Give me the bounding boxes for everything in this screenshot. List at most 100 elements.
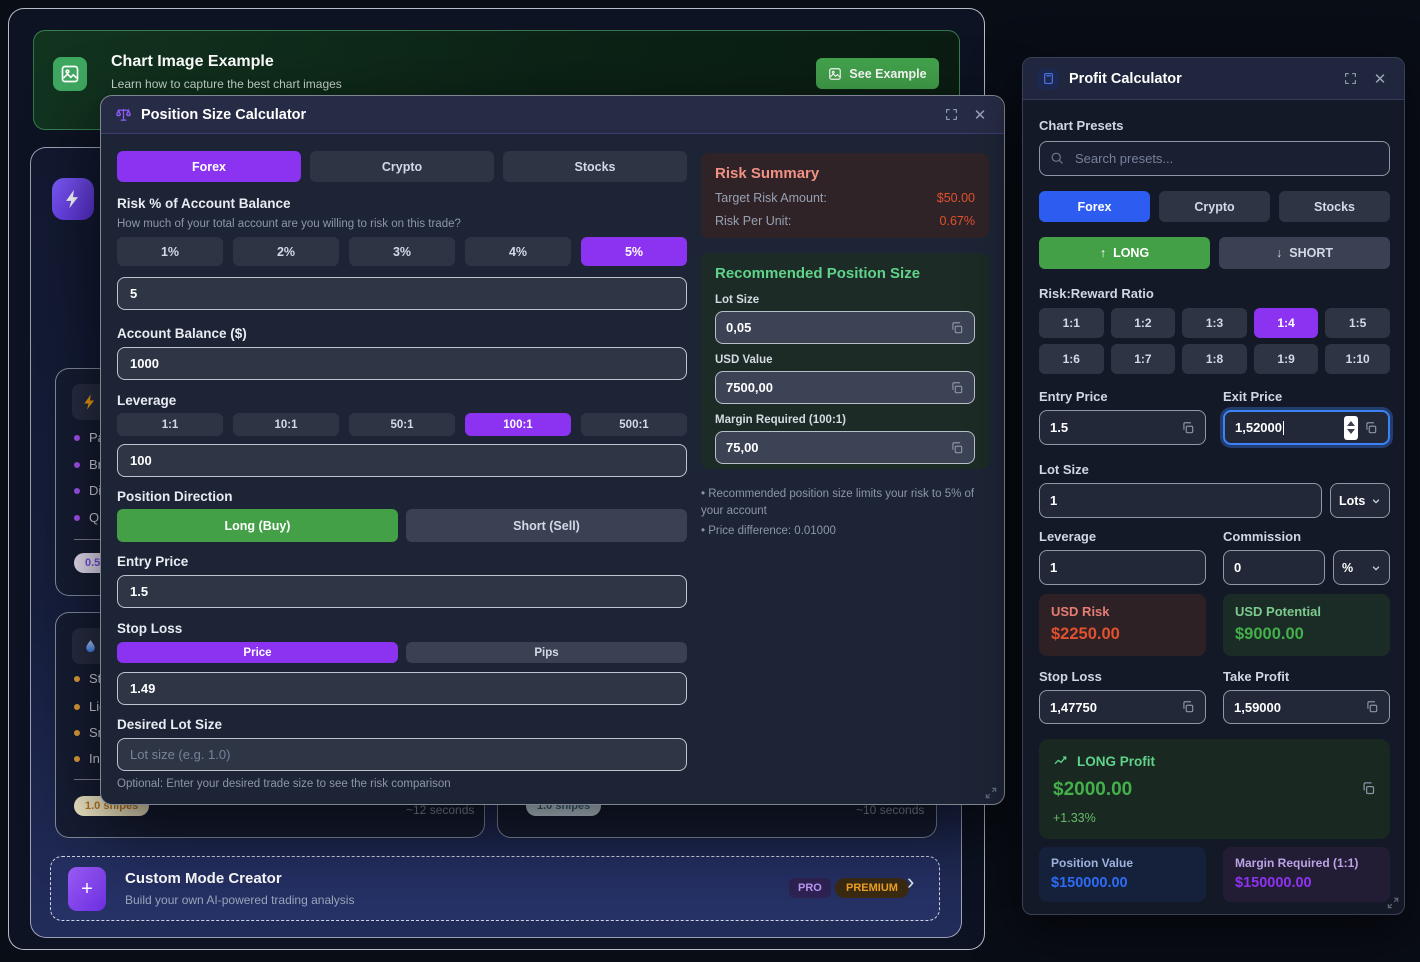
- account-balance-input[interactable]: 1000: [117, 347, 687, 380]
- stop-loss-tab-price[interactable]: Price: [117, 642, 398, 663]
- search-icon: [1050, 151, 1065, 166]
- leverage-option-50-1[interactable]: 50:1: [349, 413, 455, 436]
- stop-loss-tab-pips[interactable]: Pips: [406, 642, 687, 663]
- copy-icon[interactable]: [950, 381, 964, 395]
- rec-usd-label: USD Value: [715, 354, 975, 366]
- commission-input[interactable]: 0: [1223, 550, 1325, 585]
- ratio-button-1-10[interactable]: 1:10: [1325, 344, 1390, 374]
- leverage-label: Leverage: [1039, 529, 1096, 544]
- position-direction-label: Position Direction: [117, 489, 233, 504]
- rec-margin-value[interactable]: 75,00: [715, 431, 975, 464]
- see-example-button[interactable]: See Example: [816, 58, 939, 89]
- chevron-down-icon: [1371, 563, 1381, 573]
- custom-mode-creator[interactable]: + Custom Mode Creator Build your own AI-…: [50, 856, 940, 921]
- commission-unit-select[interactable]: %: [1333, 550, 1390, 585]
- ratio-button-1-7[interactable]: 1:7: [1111, 344, 1176, 374]
- resize-grip-icon[interactable]: [984, 786, 998, 805]
- bullet-icon: [74, 756, 80, 762]
- long-button[interactable]: ↑LONG: [1039, 237, 1210, 269]
- expand-icon[interactable]: [1340, 69, 1360, 89]
- rec-usd-value[interactable]: 7500,00: [715, 371, 975, 404]
- leverage-option-100-1[interactable]: 100:1: [465, 413, 571, 436]
- close-icon[interactable]: ✕: [1370, 69, 1390, 89]
- position-size-calculator-modal: Position Size Calculator ✕ Forex Crypto …: [100, 95, 1005, 805]
- risk-option-1[interactable]: 1%: [117, 237, 223, 266]
- risk-option-3[interactable]: 3%: [349, 237, 455, 266]
- leverage-option-10-1[interactable]: 10:1: [233, 413, 339, 436]
- risk-summary-title: Risk Summary: [715, 165, 975, 182]
- ratio-button-1-8[interactable]: 1:8: [1182, 344, 1247, 374]
- ratio-button-1-2[interactable]: 1:2: [1111, 308, 1176, 338]
- ratio-button-1-6[interactable]: 1:6: [1039, 344, 1104, 374]
- panel-header[interactable]: Profit Calculator ✕: [1023, 58, 1404, 100]
- ratio-button-1-3[interactable]: 1:3: [1182, 308, 1247, 338]
- rec-margin-label: Margin Required (100:1): [715, 414, 975, 426]
- chevron-right-icon[interactable]: ›: [907, 869, 914, 895]
- plus-icon: +: [68, 867, 106, 911]
- copy-icon[interactable]: [950, 441, 964, 455]
- stop-loss-input[interactable]: 1,47750: [1039, 690, 1206, 724]
- bullet-icon: [74, 730, 80, 736]
- entry-price-label: Entry Price: [1039, 389, 1108, 404]
- position-value-card: Position Value $150000.00: [1039, 847, 1206, 902]
- leverage-input[interactable]: 1: [1039, 550, 1206, 585]
- short-button[interactable]: ↓SHORT: [1219, 237, 1390, 269]
- resize-grip-icon[interactable]: [1386, 896, 1400, 915]
- entry-price-input[interactable]: 1.5: [117, 575, 687, 608]
- copy-icon[interactable]: [950, 321, 964, 335]
- desired-lot-input[interactable]: Lot size (e.g. 1.0): [117, 738, 687, 771]
- copy-icon[interactable]: [1364, 421, 1378, 435]
- tab-stocks[interactable]: Stocks: [1279, 191, 1390, 222]
- tab-crypto[interactable]: Crypto: [1159, 191, 1270, 222]
- copy-icon[interactable]: [1365, 700, 1379, 714]
- tab-forex[interactable]: Forex: [117, 151, 301, 182]
- copy-icon[interactable]: [1361, 781, 1376, 796]
- long-buy-button[interactable]: Long (Buy): [117, 509, 398, 542]
- leverage-option-500-1[interactable]: 500:1: [581, 413, 687, 436]
- rec-lot-value[interactable]: 0,05: [715, 311, 975, 344]
- bullet-icon: [74, 435, 80, 441]
- modal-header[interactable]: Position Size Calculator ✕: [101, 96, 1004, 134]
- leverage-label: Leverage: [117, 393, 176, 408]
- risk-percent-input[interactable]: 5: [117, 277, 687, 310]
- expand-icon[interactable]: [941, 105, 961, 125]
- close-icon[interactable]: ✕: [970, 105, 990, 125]
- risk-option-2[interactable]: 2%: [233, 237, 339, 266]
- short-sell-button[interactable]: Short (Sell): [406, 509, 687, 542]
- scale-icon: [115, 106, 132, 123]
- ratio-row-2: 1:6 1:7 1:8 1:9 1:10: [1039, 344, 1390, 374]
- risk-option-5[interactable]: 5%: [581, 237, 687, 266]
- copy-icon[interactable]: [1181, 700, 1195, 714]
- bullet-icon: [74, 704, 80, 710]
- text-caret: [1283, 421, 1284, 435]
- premium-badge: PREMIUM: [835, 878, 909, 898]
- stop-loss-label: Stop Loss: [117, 621, 182, 636]
- usd-potential-card: USD Potential $9000.00: [1223, 594, 1390, 656]
- entry-price-input[interactable]: 1.5: [1039, 410, 1206, 445]
- leverage-input[interactable]: 100: [117, 444, 687, 477]
- ratio-button-1-1[interactable]: 1:1: [1039, 308, 1104, 338]
- desired-lot-help: Optional: Enter your desired trade size …: [117, 778, 451, 790]
- ratio-button-1-5[interactable]: 1:5: [1325, 308, 1390, 338]
- risk-option-4[interactable]: 4%: [465, 237, 571, 266]
- usd-risk-card: USD Risk $2250.00: [1039, 594, 1206, 656]
- rec-lot-label: Lot Size: [715, 294, 975, 306]
- lot-size-input[interactable]: 1: [1039, 483, 1322, 518]
- lot-unit-select[interactable]: Lots: [1330, 483, 1390, 518]
- bullet-icon: [74, 462, 80, 468]
- search-presets-input[interactable]: Search presets...: [1039, 141, 1390, 176]
- stop-loss-input[interactable]: 1.49: [117, 672, 687, 705]
- stop-loss-label: Stop Loss: [1039, 669, 1102, 684]
- tab-stocks[interactable]: Stocks: [503, 151, 687, 182]
- ratio-button-1-9[interactable]: 1:9: [1254, 344, 1319, 374]
- margin-required-card: Margin Required (1:1) $150000.00: [1223, 847, 1390, 902]
- tab-crypto[interactable]: Crypto: [310, 151, 494, 182]
- tab-forex[interactable]: Forex: [1039, 191, 1150, 222]
- copy-icon[interactable]: [1181, 421, 1195, 435]
- leverage-option-1-1[interactable]: 1:1: [117, 413, 223, 436]
- ratio-button-1-4[interactable]: 1:4: [1254, 308, 1319, 338]
- bullet-icon: [74, 515, 80, 521]
- take-profit-input[interactable]: 1,59000: [1223, 690, 1390, 724]
- number-stepper[interactable]: [1344, 416, 1358, 440]
- exit-price-input[interactable]: 1,52000: [1223, 410, 1390, 445]
